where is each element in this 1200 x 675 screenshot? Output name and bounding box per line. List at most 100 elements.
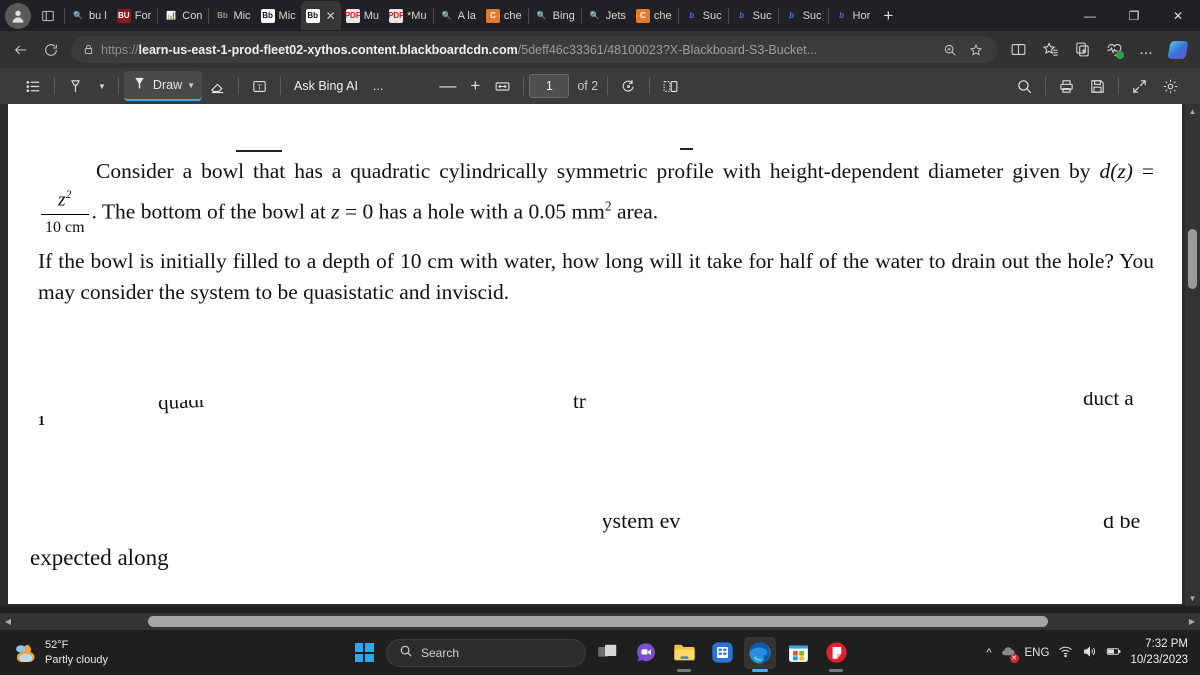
new-tab-button[interactable]: + bbox=[875, 3, 901, 29]
vertical-scrollbar[interactable]: ▲ ▼ bbox=[1185, 104, 1200, 606]
browser-tab[interactable]: PDF Mu bbox=[341, 1, 384, 30]
scroll-down-icon[interactable]: ▼ bbox=[1185, 591, 1200, 606]
battery-icon[interactable] bbox=[1106, 644, 1121, 662]
rotate-icon[interactable] bbox=[613, 72, 644, 100]
teams-button[interactable] bbox=[630, 637, 662, 669]
maximize-button[interactable]: ❐ bbox=[1112, 0, 1156, 31]
task-view-button[interactable] bbox=[592, 637, 624, 669]
browser-tab-active[interactable]: Bb ✕ bbox=[300, 1, 341, 30]
paragraph-text-1: Consider a bowl that has a quadratic cyl… bbox=[96, 159, 1100, 183]
onedrive-error-icon[interactable]: ✕ bbox=[1001, 644, 1019, 663]
page-layout-icon[interactable] bbox=[655, 72, 686, 100]
search-document-icon[interactable] bbox=[1009, 72, 1040, 100]
browser-tab[interactable]: BU For bbox=[112, 1, 157, 30]
horizontal-scrollbar[interactable]: ◀ ▶ bbox=[0, 613, 1200, 630]
draw-tool-active[interactable]: Draw ▼ bbox=[123, 71, 203, 101]
browser-tab[interactable]: b Suc bbox=[780, 1, 827, 30]
file-explorer-button[interactable] bbox=[668, 637, 700, 672]
divider bbox=[523, 77, 525, 95]
scroll-up-icon[interactable]: ▲ bbox=[1185, 104, 1200, 119]
table-of-contents-icon[interactable] bbox=[18, 72, 49, 100]
collections-icon[interactable] bbox=[1034, 36, 1066, 64]
fullscreen-icon[interactable] bbox=[1124, 72, 1155, 100]
browser-tab[interactable]: b Hor bbox=[830, 1, 876, 30]
copilot-icon[interactable] bbox=[1162, 36, 1194, 64]
tab-label: bu l bbox=[89, 9, 107, 22]
add-to-collection-icon[interactable] bbox=[1066, 36, 1098, 64]
pdf-more-icon[interactable]: ... bbox=[366, 72, 390, 100]
language-indicator[interactable]: ENG bbox=[1025, 647, 1050, 659]
tab-label: Con bbox=[182, 9, 203, 22]
scroll-right-icon[interactable]: ▶ bbox=[1184, 613, 1200, 630]
close-window-button[interactable]: ✕ bbox=[1156, 0, 1200, 31]
url-input[interactable]: https://learn-us-east-1-prod-fleet02-xyt… bbox=[71, 36, 997, 63]
eraser-icon[interactable] bbox=[202, 72, 233, 100]
profile-avatar[interactable] bbox=[5, 2, 31, 29]
text-annotation-icon[interactable]: T bbox=[244, 72, 275, 100]
horizontal-scroll-thumb[interactable] bbox=[148, 616, 1048, 627]
browser-tab[interactable]: 🔍 bu l bbox=[66, 1, 112, 30]
divider bbox=[677, 7, 679, 24]
area-exponent: 2 bbox=[604, 198, 612, 214]
chevron-down-icon[interactable]: ▼ bbox=[187, 81, 195, 90]
divider bbox=[280, 77, 282, 95]
browser-tab[interactable]: 🔍 Bing bbox=[530, 1, 580, 30]
highlighter-icon[interactable] bbox=[60, 72, 91, 100]
divider bbox=[777, 7, 779, 24]
browser-tab[interactable]: Bb Mic bbox=[256, 1, 301, 30]
scroll-left-icon[interactable]: ◀ bbox=[0, 613, 16, 630]
sticky-notes-button[interactable] bbox=[820, 637, 852, 672]
tab-search-icon[interactable] bbox=[35, 3, 61, 29]
weather-description: Partly cloudy bbox=[45, 653, 108, 666]
tab-label: Mu bbox=[363, 9, 379, 22]
calculator-button[interactable] bbox=[706, 637, 738, 669]
browser-tab[interactable]: PDF *Mu bbox=[384, 1, 432, 30]
minimize-button[interactable]: — bbox=[1068, 0, 1112, 31]
zoom-out-button[interactable]: — bbox=[432, 72, 463, 100]
zoom-in-button[interactable]: + bbox=[463, 72, 487, 100]
browser-essentials-icon[interactable] bbox=[1098, 36, 1130, 64]
browser-tab[interactable]: 🔍 A la bbox=[435, 1, 481, 30]
browser-more-icon[interactable]: ... bbox=[1130, 36, 1162, 64]
tray-expand-icon[interactable]: ^ bbox=[986, 647, 991, 659]
browser-tab[interactable]: b Suc bbox=[680, 1, 727, 30]
browser-tab[interactable]: b Suc bbox=[730, 1, 777, 30]
browser-tab[interactable]: Bb Mic bbox=[210, 1, 255, 30]
fragment-3-text: tr bbox=[573, 393, 586, 410]
clock[interactable]: 7:32 PM 10/23/2023 bbox=[1130, 637, 1188, 668]
text-fragment: quadr bbox=[158, 400, 206, 415]
bartleby-icon: b bbox=[739, 11, 745, 20]
print-icon[interactable] bbox=[1051, 72, 1082, 100]
search-icon: 🔍 bbox=[441, 11, 452, 20]
fragment-7-text: expected along bbox=[30, 547, 169, 570]
taskbar-search[interactable]: Search bbox=[386, 638, 586, 667]
fit-to-width-icon[interactable] bbox=[487, 72, 518, 100]
save-icon[interactable] bbox=[1082, 72, 1113, 100]
ask-bing-ai-button[interactable]: Ask Bing AI bbox=[286, 79, 366, 93]
pdf-viewport[interactable]: Consider a bowl that has a quadratic cyl… bbox=[0, 104, 1200, 606]
page-number-input[interactable]: 1 bbox=[529, 74, 570, 98]
fraction: z2 10 cm bbox=[41, 186, 89, 239]
split-screen-icon[interactable] bbox=[1002, 36, 1034, 64]
close-icon[interactable]: ✕ bbox=[326, 9, 336, 23]
browser-tab[interactable]: C che bbox=[481, 1, 527, 30]
start-button[interactable] bbox=[348, 637, 380, 669]
microsoft-edge-button[interactable] bbox=[744, 636, 776, 672]
zoom-in-page-icon[interactable] bbox=[937, 43, 963, 57]
highlighter-dropdown-icon[interactable]: ▼ bbox=[91, 72, 113, 100]
back-icon[interactable] bbox=[6, 36, 36, 64]
weather-widget[interactable]: 52°F Partly cloudy bbox=[12, 638, 108, 667]
reload-icon[interactable] bbox=[36, 36, 66, 64]
browser-tab[interactable]: C che bbox=[631, 1, 677, 30]
browser-tab[interactable]: 📊 Con bbox=[159, 1, 207, 30]
settings-gear-icon[interactable] bbox=[1155, 72, 1186, 100]
math-equals-2: = bbox=[339, 199, 363, 224]
favorite-star-icon[interactable] bbox=[963, 43, 989, 57]
volume-icon[interactable] bbox=[1082, 644, 1097, 662]
microsoft-store-button[interactable] bbox=[782, 637, 814, 669]
vertical-scroll-thumb[interactable] bbox=[1188, 229, 1197, 289]
browser-tab[interactable]: 🔍 Jets bbox=[583, 1, 631, 30]
error-badge: ✕ bbox=[1009, 653, 1019, 663]
browser-window: 🔍 bu l BU For 📊 Con Bb Mic Bb Mic Bb ✕ P… bbox=[0, 0, 1200, 675]
wifi-icon[interactable] bbox=[1058, 644, 1073, 662]
